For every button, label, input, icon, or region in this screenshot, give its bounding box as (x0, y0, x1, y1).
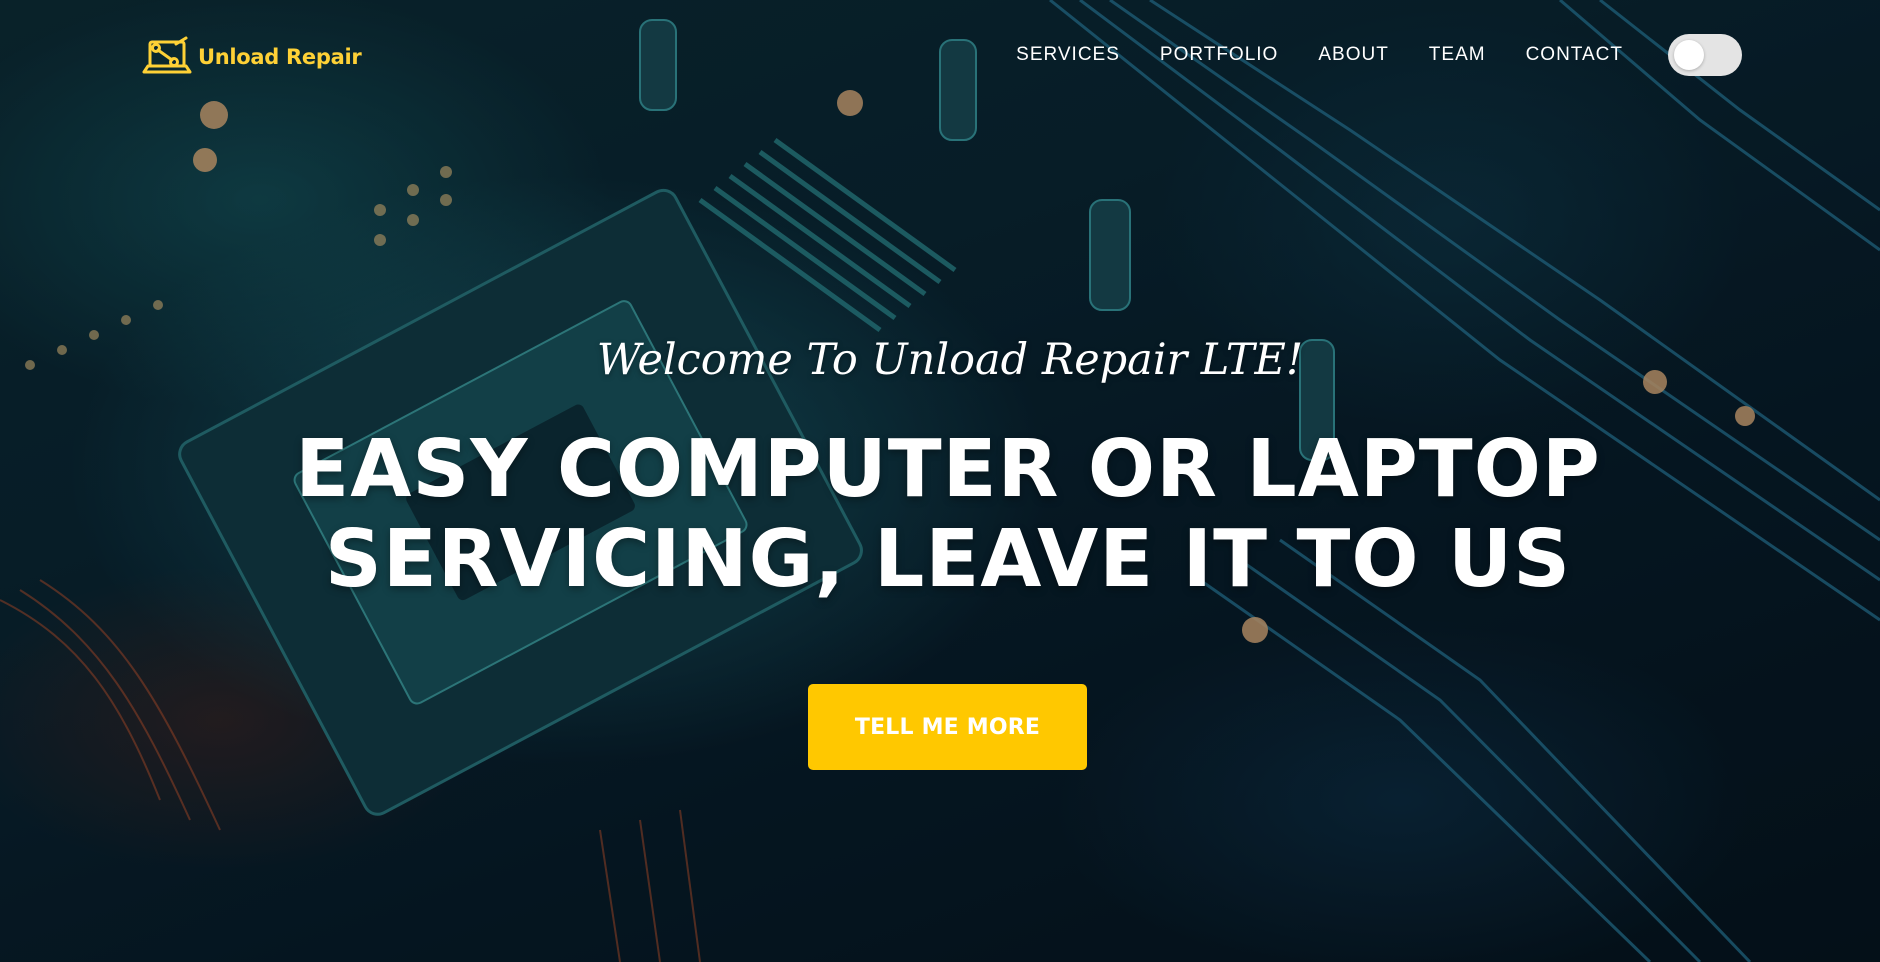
hero-subheading: Welcome To Unload Repair LTE! (596, 335, 1304, 385)
nav-item-contact: CONTACT (1526, 44, 1623, 66)
nav-link-portfolio[interactable]: PORTFOLIO (1160, 44, 1278, 65)
nav-link-services[interactable]: SERVICES (1016, 44, 1120, 65)
theme-toggle-switch[interactable] (1668, 34, 1742, 76)
hero-section: Unload Repair SERVICES PORTFOLIO ABOUT T… (0, 0, 1880, 962)
nav-link-contact[interactable]: CONTACT (1526, 44, 1623, 65)
brand-name: Unload Repair (198, 45, 362, 69)
laptop-wrench-icon (142, 36, 192, 74)
hero-heading-line-2: SERVICING, LEAVE IT TO US (324, 513, 1572, 605)
nav-menu: SERVICES PORTFOLIO ABOUT TEAM CONTACT (1016, 44, 1623, 66)
nav-item-portfolio: PORTFOLIO (1160, 44, 1278, 66)
nav-link-about[interactable]: ABOUT (1318, 44, 1388, 65)
nav-item-services: SERVICES (1016, 44, 1120, 66)
nav-item-team: TEAM (1429, 44, 1486, 66)
nav-item-about: ABOUT (1318, 44, 1388, 66)
top-navbar: Unload Repair SERVICES PORTFOLIO ABOUT T… (0, 0, 1880, 112)
nav-link-team[interactable]: TEAM (1429, 44, 1486, 65)
toggle-knob (1674, 40, 1704, 70)
hero-heading: EASY COMPUTER OR LAPTOP SERVICING, LEAVE… (140, 424, 1756, 604)
tell-me-more-button[interactable]: TELL ME MORE (808, 684, 1087, 770)
brand-logo-link[interactable]: Unload Repair (142, 36, 362, 78)
hero-heading-line-1: EASY COMPUTER OR LAPTOP (295, 423, 1601, 515)
